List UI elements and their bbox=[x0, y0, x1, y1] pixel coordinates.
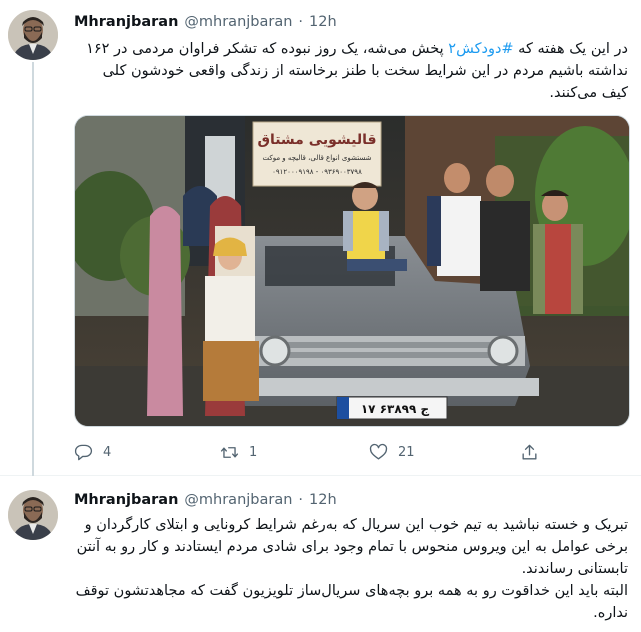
photo-scene: قالیشویی مشتاق شستشوی انواع قالی، قالیچه… bbox=[75, 116, 629, 426]
tweet-text: تبریک و خسته نباشید به تیم خوب این سریال… bbox=[72, 514, 628, 624]
user-handle[interactable]: @mhranjbaran bbox=[184, 492, 292, 508]
retweet-count: 1 bbox=[249, 444, 258, 460]
reply-button[interactable]: 4 bbox=[74, 440, 111, 464]
tweet-text-part: در این یک هفته که bbox=[513, 41, 628, 57]
like-count: 21 bbox=[398, 444, 415, 460]
thread-line bbox=[32, 62, 34, 476]
retweet-icon bbox=[220, 446, 239, 458]
retweet-button[interactable]: 1 bbox=[220, 440, 257, 464]
shop-sign-title: قالیشویی مشتاق bbox=[257, 132, 376, 148]
tweet-actions: 4 1 21 bbox=[74, 440, 554, 464]
tweet-paragraph: البته باید این خداقوت رو به همه برو بچه‌… bbox=[75, 583, 628, 621]
tweet[interactable]: Mhranjbaran @mhranjbaran · 12h تبریک و خ… bbox=[0, 476, 641, 632]
hashtag-link[interactable]: #دودکش۲ bbox=[448, 41, 513, 57]
license-plate: ۱۷ ج ۶۳۸۹۹ bbox=[361, 402, 430, 416]
tweet-header: Mhranjbaran @mhranjbaran · 12h bbox=[74, 12, 337, 32]
user-handle[interactable]: @mhranjbaran bbox=[184, 14, 292, 30]
tweet-text: در این یک هفته که #دودکش۲ پخش می‌شه، یک … bbox=[72, 38, 628, 106]
shop-sign-line: شستشوی انواع قالی، قالیچه و موکت bbox=[263, 154, 372, 162]
tweet[interactable]: Mhranjbaran @mhranjbaran · 12h در این یک… bbox=[0, 0, 641, 476]
timestamp[interactable]: 12h bbox=[309, 14, 337, 30]
like-icon bbox=[369, 443, 388, 460]
like-button[interactable]: 21 bbox=[369, 440, 415, 464]
separator-dot: · bbox=[298, 14, 304, 30]
reply-icon bbox=[74, 444, 93, 460]
reply-count: 4 bbox=[103, 444, 112, 460]
display-name[interactable]: Mhranjbaran bbox=[74, 14, 178, 30]
tweet-paragraph: تبریک و خسته نباشید به تیم خوب این سریال… bbox=[76, 517, 628, 577]
share-icon bbox=[522, 444, 537, 460]
separator-dot: · bbox=[298, 492, 304, 508]
timestamp[interactable]: 12h bbox=[309, 492, 337, 508]
display-name[interactable]: Mhranjbaran bbox=[74, 492, 178, 508]
shop-sign-phone: ۰۹۱۲۰۰۰۹۱۹۸ - ۰۹۳۶۹۰۰۳۷۹۸ bbox=[272, 168, 362, 176]
avatar[interactable] bbox=[8, 10, 58, 60]
share-button[interactable] bbox=[520, 440, 539, 464]
tweet-header: Mhranjbaran @mhranjbaran · 12h bbox=[74, 490, 337, 510]
tweet-media-photo[interactable]: قالیشویی مشتاق شستشوی انواع قالی، قالیچه… bbox=[74, 115, 630, 427]
avatar[interactable] bbox=[8, 490, 58, 540]
